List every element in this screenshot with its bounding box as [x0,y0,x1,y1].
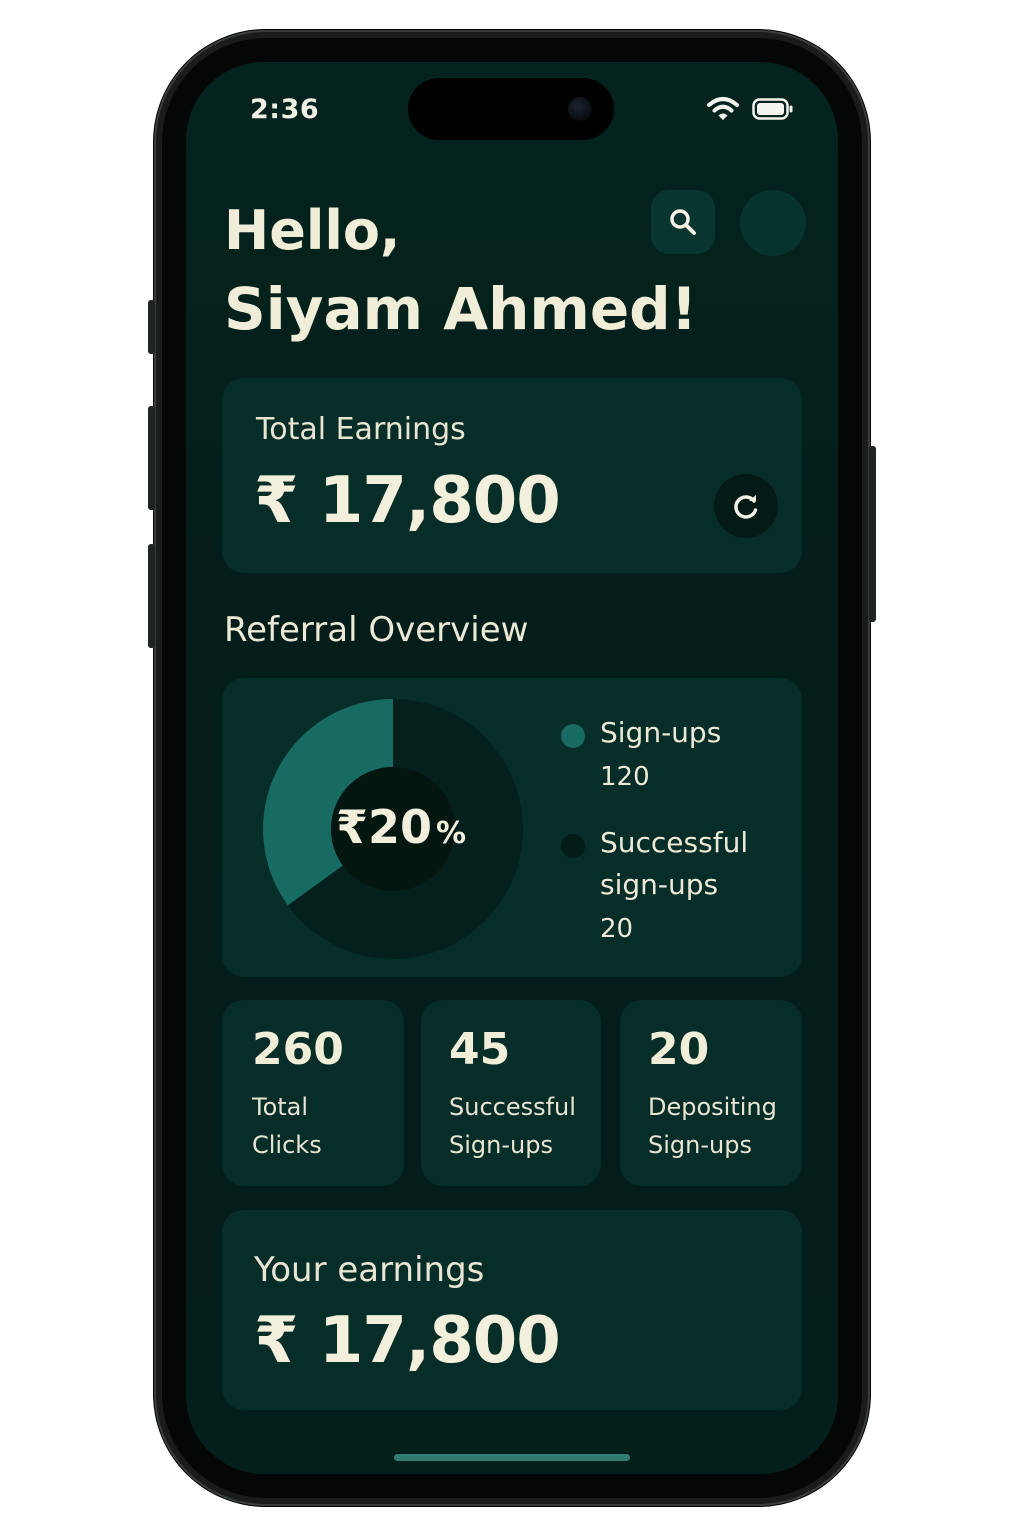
total-clicks-label-line1: Total [252,1093,309,1121]
depositing-signups-label-line1: Depositing [648,1093,777,1121]
avatar[interactable] [740,190,806,256]
sign-ups-legend-label: Sign-ups [600,716,722,749]
donut-center-unit: % [436,816,467,851]
successful-signups-legend-label-line1: Successful [600,826,749,859]
app-screen: 2:36 Hello, Siyam Ahmed! Total Earnings … [186,62,838,1474]
depositing-signups-card: 20 Depositing Sign-ups [620,1000,802,1186]
total-earnings-label: Total Earnings [256,412,466,447]
referral-overview-title: Referral Overview [224,610,529,650]
search-icon [670,209,696,235]
successful-signups-card: 45 Successful Sign-ups [421,1000,601,1186]
camera-icon [568,97,592,121]
total-clicks-card: 260 Total Clicks [222,1000,404,1186]
greeting: Hello, Siyam Ahmed! [224,192,697,348]
total-clicks-label: Total Clicks [252,1088,322,1164]
depositing-signups-label-line2: Sign-ups [648,1131,752,1159]
total-clicks-value: 260 [252,1024,344,1075]
user-name: Siyam Ahmed! [224,275,698,343]
your-earnings-amount: ₹ 17,800 [254,1304,561,1378]
successful-signups-value: 45 [449,1024,511,1075]
successful-signups-legend-value: 20 [600,914,634,944]
power-button [869,446,876,622]
action-button [148,300,155,354]
donut-center-label: ₹20% [336,800,466,854]
status-icons [706,96,794,122]
home-indicator[interactable] [394,1454,630,1461]
sign-ups-legend-value: 120 [600,762,650,792]
refresh-button[interactable] [714,474,778,538]
dynamic-island [408,78,614,140]
successful-signups-legend-label-line2: sign-ups [600,868,719,901]
referral-overview-card: ₹20% Sign-ups 120 Successful sign-ups 20 [222,678,802,977]
refresh-icon [734,495,758,519]
successful-signups-label: Successful Sign-ups [449,1088,576,1164]
battery-icon [752,98,793,120]
your-earnings-card: Your earnings ₹ 17,800 [222,1210,802,1410]
status-time: 2:36 [250,94,320,125]
successful-signups-label-line2: Sign-ups [449,1131,553,1159]
wifi-icon [707,97,739,120]
your-earnings-label: Your earnings [254,1250,485,1290]
depositing-signups-value: 20 [648,1024,710,1075]
volume-down-button [148,544,155,648]
successful-signups-label-line1: Successful [449,1093,576,1121]
depositing-signups-label: Depositing Sign-ups [648,1088,777,1164]
total-earnings-amount: ₹ 17,800 [254,464,561,538]
search-button[interactable] [651,190,715,254]
volume-up-button [148,406,155,510]
total-clicks-label-line2: Clicks [252,1131,322,1159]
greeting-hello: Hello, [224,199,401,262]
sign-ups-legend-dot [561,724,585,748]
donut-center-value: ₹20 [336,800,433,854]
total-earnings-card: Total Earnings ₹ 17,800 [222,378,802,573]
successful-signups-legend-dot [561,834,585,858]
